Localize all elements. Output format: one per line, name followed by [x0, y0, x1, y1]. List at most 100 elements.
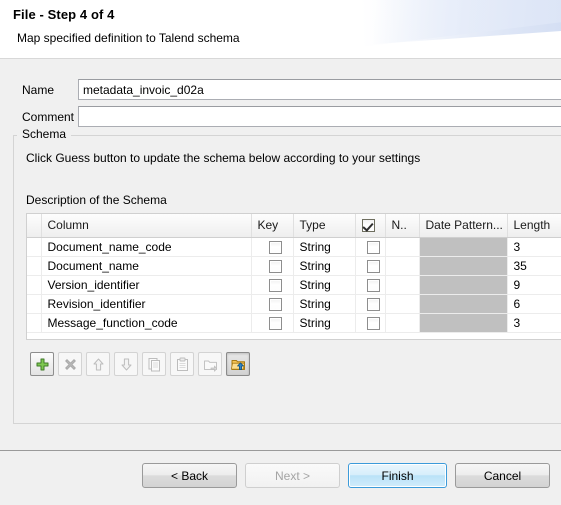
- header-decoration-swoosh-secondary: [332, 0, 561, 50]
- schema-table-caption: Description of the Schema: [26, 193, 167, 207]
- schema-guess-hint: Click Guess button to update the schema …: [26, 151, 421, 165]
- page-title: File - Step 4 of 4: [13, 7, 115, 22]
- nullable-checkbox[interactable]: [366, 297, 380, 311]
- delete-column-button[interactable]: [58, 352, 82, 376]
- comment-label: Comment: [22, 109, 75, 124]
- cell-date-pattern: [419, 256, 508, 276]
- comment-input[interactable]: [78, 106, 561, 127]
- cell-length[interactable]: 3: [507, 313, 561, 333]
- schema-table: Column Key Type N.. Date Pattern... Leng…: [27, 214, 561, 333]
- schema-group-legend: Schema: [19, 127, 70, 141]
- cell-nullable-spacer: [385, 294, 420, 314]
- schema-toolbar: [30, 352, 250, 376]
- nullable-checkbox[interactable]: [366, 259, 380, 273]
- name-field-row: Name: [0, 79, 561, 100]
- arrow-up-icon: [93, 358, 103, 370]
- table-row[interactable]: Revision_identifier String 6: [27, 294, 561, 314]
- page-subtitle: Map specified definition to Talend schem…: [17, 31, 240, 45]
- footer-separator: [0, 450, 561, 451]
- cell-nullable[interactable]: [355, 294, 386, 314]
- cell-nullable[interactable]: [355, 256, 386, 276]
- column-header-nullable[interactable]: N..: [385, 214, 420, 238]
- next-button[interactable]: Next >: [245, 463, 340, 488]
- row-gutter: [27, 275, 42, 295]
- cell-date-pattern: [419, 275, 508, 295]
- copy-button[interactable]: [142, 352, 166, 376]
- cell-key[interactable]: [251, 237, 294, 257]
- table-row[interactable]: Document_name_code String 3: [27, 237, 561, 257]
- row-gutter: [27, 237, 42, 257]
- paste-icon: [176, 357, 188, 371]
- cell-column[interactable]: Message_function_code: [41, 313, 252, 333]
- key-checkbox[interactable]: [268, 297, 282, 311]
- cancel-button[interactable]: Cancel: [455, 463, 550, 488]
- nullable-checkbox[interactable]: [366, 278, 380, 292]
- cell-length[interactable]: 35: [507, 256, 561, 276]
- cross-icon: [64, 358, 76, 370]
- cell-type[interactable]: String: [293, 256, 356, 276]
- cell-key[interactable]: [251, 313, 294, 333]
- plus-icon: [36, 358, 48, 370]
- move-up-button[interactable]: [86, 352, 110, 376]
- import-schema-button[interactable]: [226, 352, 250, 376]
- move-down-button[interactable]: [114, 352, 138, 376]
- export-schema-button[interactable]: [198, 352, 222, 376]
- cell-length[interactable]: 3: [507, 237, 561, 257]
- column-header-nullable-checkbox[interactable]: [355, 214, 386, 238]
- export-icon: [203, 360, 217, 372]
- column-header-column[interactable]: Column: [41, 214, 252, 238]
- copy-icon: [148, 357, 160, 371]
- nullable-checkbox[interactable]: [366, 316, 380, 330]
- finish-button[interactable]: Finish: [348, 463, 447, 488]
- column-header-length[interactable]: Length: [507, 214, 561, 238]
- column-header-key[interactable]: Key: [251, 214, 294, 238]
- row-gutter: [27, 313, 42, 333]
- cell-type[interactable]: String: [293, 275, 356, 295]
- cell-type[interactable]: String: [293, 294, 356, 314]
- folder-up-icon: [230, 359, 245, 370]
- cell-key[interactable]: [251, 294, 294, 314]
- paste-button[interactable]: [170, 352, 194, 376]
- arrow-down-icon: [121, 358, 131, 370]
- column-header-date-pattern[interactable]: Date Pattern...: [419, 214, 508, 238]
- cell-key[interactable]: [251, 275, 294, 295]
- cell-type[interactable]: String: [293, 237, 356, 257]
- add-column-button[interactable]: [30, 352, 54, 376]
- cell-column[interactable]: Document_name_code: [41, 237, 252, 257]
- cell-length[interactable]: 6: [507, 294, 561, 314]
- table-row[interactable]: Message_function_code String 3: [27, 313, 561, 333]
- schema-table-container[interactable]: Column Key Type N.. Date Pattern... Leng…: [26, 213, 561, 340]
- cell-column[interactable]: Revision_identifier: [41, 294, 252, 314]
- key-checkbox[interactable]: [268, 316, 282, 330]
- table-header-row: Column Key Type N.. Date Pattern... Leng…: [27, 214, 561, 238]
- name-input[interactable]: [78, 79, 561, 100]
- cell-nullable-spacer: [385, 275, 420, 295]
- cell-column[interactable]: Document_name: [41, 256, 252, 276]
- cell-nullable[interactable]: [355, 275, 386, 295]
- header-decoration-swoosh: [301, 0, 561, 49]
- nullable-checkbox[interactable]: [366, 240, 380, 254]
- cell-nullable[interactable]: [355, 237, 386, 257]
- cell-type[interactable]: String: [293, 313, 356, 333]
- schema-table-body: Document_name_code String 3 Document_nam…: [27, 237, 561, 333]
- cell-key[interactable]: [251, 256, 294, 276]
- key-checkbox[interactable]: [268, 278, 282, 292]
- cell-nullable[interactable]: [355, 313, 386, 333]
- cell-date-pattern: [419, 237, 508, 257]
- cell-nullable-spacer: [385, 237, 420, 257]
- select-all-nullable-checkbox[interactable]: [361, 219, 375, 233]
- key-checkbox[interactable]: [268, 240, 282, 254]
- wizard-header: File - Step 4 of 4 Map specified definit…: [0, 0, 561, 59]
- cell-length[interactable]: 9: [507, 275, 561, 295]
- column-header-type[interactable]: Type: [293, 214, 356, 238]
- table-row[interactable]: Document_name String 35: [27, 256, 561, 276]
- key-checkbox[interactable]: [268, 259, 282, 273]
- column-header-gutter: [27, 214, 42, 238]
- comment-field-row: Comment: [0, 106, 561, 127]
- cell-date-pattern: [419, 294, 508, 314]
- cell-column[interactable]: Version_identifier: [41, 275, 252, 295]
- cell-nullable-spacer: [385, 313, 420, 333]
- table-row[interactable]: Version_identifier String 9: [27, 275, 561, 295]
- back-button[interactable]: < Back: [142, 463, 237, 488]
- dialog-body: Name Comment Schema Click Guess button t…: [0, 59, 561, 505]
